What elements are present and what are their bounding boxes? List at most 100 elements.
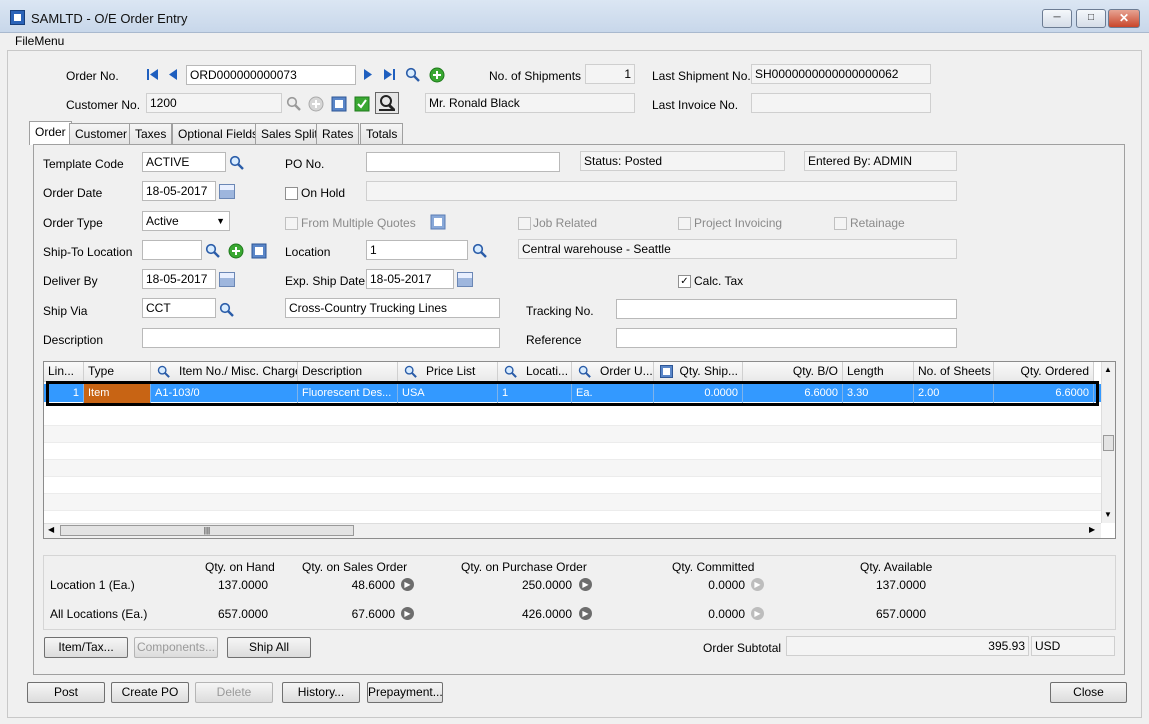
col-price-list-label: Price List: [426, 364, 476, 378]
drilldown-arrow-icon[interactable]: ▶: [401, 607, 414, 620]
location-input[interactable]: 1: [366, 240, 468, 260]
exp-ship-input[interactable]: 18-05-2017: [366, 269, 454, 289]
minimize-button[interactable]: ─: [1042, 9, 1072, 28]
scroll-right-icon[interactable]: ▶: [1089, 525, 1095, 534]
col-price-list[interactable]: Price List: [398, 362, 498, 382]
exp-ship-calendar-icon[interactable]: [457, 272, 473, 287]
qty-row-label: All Locations (Ea.): [50, 607, 148, 621]
menu-file[interactable]: FileMenu: [15, 34, 64, 48]
add-icon[interactable]: [429, 67, 445, 83]
col-qty-ordered[interactable]: Qty. Ordered: [994, 362, 1094, 382]
first-record-icon[interactable]: [146, 68, 160, 81]
deliver-by-calendar-icon[interactable]: [219, 272, 235, 287]
po-no-input[interactable]: [366, 152, 560, 172]
customer-info-icon[interactable]: [331, 96, 347, 112]
calendar-icon[interactable]: [219, 184, 235, 199]
tab-rates[interactable]: Rates: [316, 123, 360, 144]
next-record-icon[interactable]: [363, 68, 373, 81]
on-hold-reason-field: [366, 181, 957, 201]
col-qty-shipped[interactable]: Qty. Ship...: [654, 362, 743, 382]
calc-tax-checkbox[interactable]: ✓: [678, 275, 691, 288]
col-order-uom[interactable]: Order U...: [572, 362, 654, 382]
prepayment-button[interactable]: Prepayment...: [367, 682, 443, 703]
reference-input[interactable]: [616, 328, 957, 348]
ship-to-input[interactable]: [142, 240, 202, 260]
order-type-select[interactable]: Active ▼: [142, 211, 230, 231]
order-subtotal-label: Order Subtotal: [703, 641, 782, 655]
customer-zoom-button[interactable]: [375, 92, 399, 114]
order-type-value: Active: [146, 214, 179, 228]
create-po-button[interactable]: Create PO: [111, 682, 189, 703]
order-lines-grid[interactable]: Lin... Type Item No./ Misc. Charge Descr…: [43, 361, 1116, 539]
scroll-down-icon[interactable]: ▼: [1104, 510, 1112, 519]
customer-add-icon[interactable]: [308, 96, 324, 112]
project-invoicing-label: Project Invoicing: [694, 216, 783, 230]
tab-optional-fields[interactable]: Optional Fields: [172, 123, 265, 144]
horizontal-scroll-thumb[interactable]: |||: [60, 525, 354, 536]
customer-check-icon[interactable]: [354, 96, 370, 112]
tab-sales-split[interactable]: Sales Split: [255, 123, 324, 144]
history-button[interactable]: History...: [282, 682, 360, 703]
close-button[interactable]: Close: [1050, 682, 1127, 703]
tab-order[interactable]: Order: [29, 121, 72, 145]
order-date-input[interactable]: 18-05-2017: [142, 181, 216, 201]
ship-via-description[interactable]: Cross-Country Trucking Lines: [285, 298, 500, 318]
col-item-no[interactable]: Item No./ Misc. Charge: [151, 362, 298, 382]
description-label: Description: [43, 333, 104, 347]
ship-all-button[interactable]: Ship All: [227, 637, 311, 658]
quotes-info-icon[interactable]: [430, 214, 446, 230]
item-tax-button[interactable]: Item/Tax...: [44, 637, 128, 658]
customer-no-label: Customer No.: [66, 98, 141, 112]
search-icon[interactable]: [405, 67, 420, 82]
customer-search-icon[interactable]: [286, 96, 301, 111]
ship-to-search-icon[interactable]: [205, 243, 220, 258]
scroll-left-icon[interactable]: ◀: [48, 525, 54, 534]
ship-to-label: Ship-To Location: [43, 245, 133, 259]
table-row-empty: [44, 460, 1101, 477]
col-no-of-sheets[interactable]: No. of Sheets: [914, 362, 994, 382]
deliver-by-input[interactable]: 18-05-2017: [142, 269, 216, 289]
qty-committed-value: 0.0000: [708, 578, 745, 592]
drilldown-arrow-icon[interactable]: ▶: [401, 578, 414, 591]
po-no-label: PO No.: [285, 157, 325, 171]
scroll-up-icon[interactable]: ▲: [1104, 365, 1112, 374]
location-search-icon[interactable]: [472, 243, 487, 258]
column-search-icon: [504, 365, 517, 378]
col-type[interactable]: Type: [84, 362, 151, 382]
chevron-down-icon: ▼: [216, 216, 225, 226]
ship-to-add-icon[interactable]: [228, 243, 244, 259]
ship-via-label: Ship Via: [43, 304, 88, 318]
tracking-input[interactable]: [616, 299, 957, 319]
col-description[interactable]: Description: [298, 362, 398, 382]
drilldown-arrow-icon: ▶: [751, 607, 764, 620]
ship-to-info-icon[interactable]: [251, 243, 267, 259]
previous-record-icon[interactable]: [168, 68, 178, 81]
retainage-checkbox: [834, 217, 847, 230]
order-no-input[interactable]: ORD000000000073: [186, 65, 356, 85]
col-location[interactable]: Locati...: [498, 362, 572, 382]
maximize-button[interactable]: □: [1076, 9, 1106, 28]
tab-customer[interactable]: Customer: [69, 123, 134, 144]
drilldown-arrow-icon[interactable]: ▶: [579, 578, 592, 591]
tab-taxes[interactable]: Taxes: [129, 123, 173, 144]
col-line[interactable]: Lin...: [44, 362, 84, 382]
vertical-scroll-thumb[interactable]: [1103, 435, 1114, 451]
template-code-input[interactable]: ACTIVE: [142, 152, 226, 172]
qty-committed-value: 0.0000: [708, 607, 745, 621]
last-record-icon[interactable]: [383, 68, 397, 81]
qty-on-hand-value: 137.0000: [217, 578, 268, 592]
customer-no-input[interactable]: 1200: [146, 93, 282, 113]
tab-totals[interactable]: Totals: [360, 123, 404, 144]
close-window-button[interactable]: ✕: [1108, 9, 1140, 28]
description-input[interactable]: [142, 328, 500, 348]
col-length[interactable]: Length: [843, 362, 914, 382]
template-search-icon[interactable]: [229, 155, 244, 170]
window-title: SAMLTD - O/E Order Entry: [31, 11, 188, 26]
app-icon: [10, 10, 25, 25]
ship-via-search-icon[interactable]: [219, 302, 234, 317]
col-qty-bo[interactable]: Qty. B/O: [743, 362, 843, 382]
on-hold-checkbox[interactable]: [285, 187, 298, 200]
drilldown-arrow-icon[interactable]: ▶: [579, 607, 592, 620]
ship-via-input[interactable]: CCT: [142, 298, 216, 318]
post-button[interactable]: Post: [27, 682, 105, 703]
